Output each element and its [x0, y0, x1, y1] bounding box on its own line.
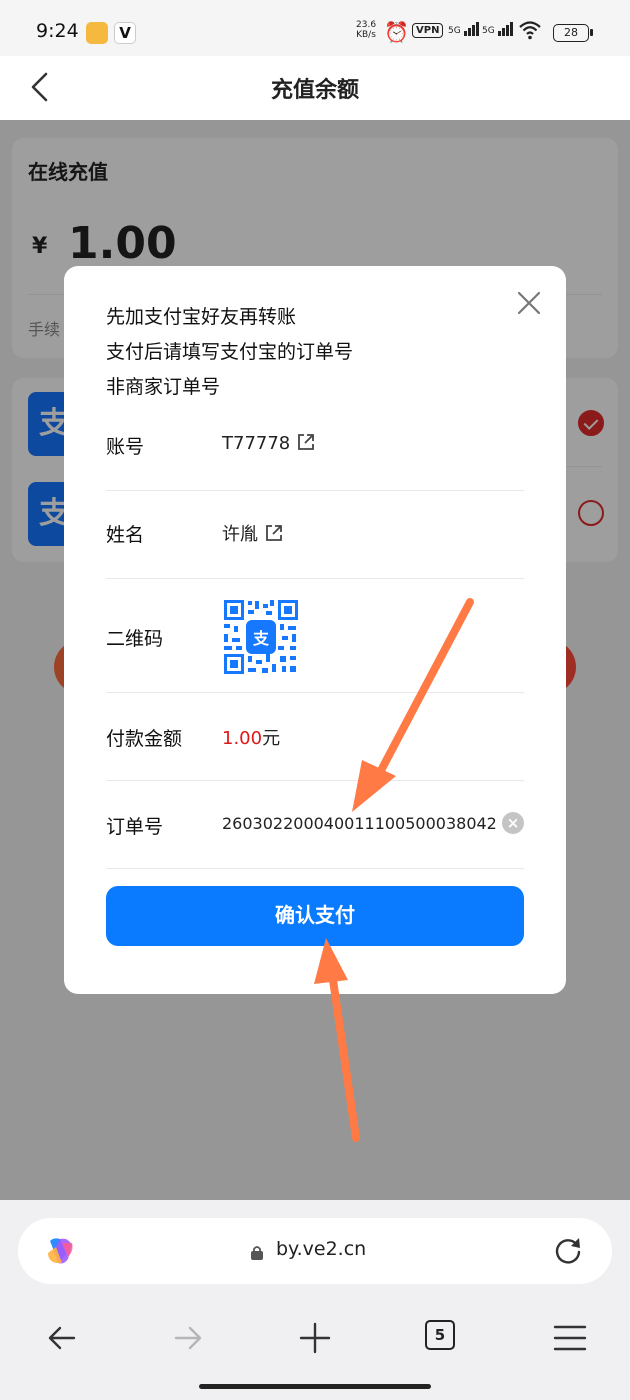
url-bar[interactable]: by.ve2.cn	[18, 1218, 612, 1284]
v-app-icon: V	[114, 22, 136, 44]
order-label: 订单号	[106, 816, 164, 838]
menu-icon[interactable]	[550, 1318, 590, 1358]
external-link-icon[interactable]	[264, 523, 284, 543]
qr-row: 二维码 支	[106, 598, 524, 678]
lock-icon	[251, 1246, 263, 1260]
amount-value: 1.00元	[222, 728, 281, 749]
qr-code-image[interactable]: 支	[222, 598, 300, 676]
page-header: 充值余额	[0, 56, 630, 120]
clear-input-button[interactable]: ×	[502, 812, 524, 834]
divider	[106, 490, 524, 491]
divider	[106, 780, 524, 781]
close-icon[interactable]	[516, 290, 542, 316]
status-time: 9:24	[36, 20, 79, 42]
order-number-input[interactable]	[222, 806, 500, 840]
battery-icon: 28	[553, 24, 593, 42]
signal-icon: 5G	[448, 22, 480, 36]
qr-label: 二维码	[106, 628, 164, 650]
copilot-icon[interactable]	[42, 1233, 78, 1269]
url-text[interactable]: by.ve2.cn	[276, 1238, 366, 1260]
notes-app-icon	[86, 22, 108, 44]
payment-notice: 先加支付宝好友再转账 支付后请填写支付宝的订单号 非商家订单号	[106, 306, 354, 398]
name-value[interactable]: 许胤	[222, 520, 284, 546]
forward-icon[interactable]	[168, 1318, 208, 1358]
signal-icon-2: 5G	[482, 22, 514, 36]
reload-icon[interactable]	[552, 1235, 584, 1267]
svg-text:支: 支	[252, 629, 270, 648]
tab-count-button[interactable]: 5	[425, 1320, 455, 1350]
alarm-icon: ⏰	[384, 20, 409, 44]
payment-modal: 先加支付宝好友再转账 支付后请填写支付宝的订单号 非商家订单号 账号 T7777…	[64, 266, 566, 994]
external-link-icon[interactable]	[296, 432, 316, 452]
amount-label: 付款金额	[106, 728, 183, 750]
name-label: 姓名	[106, 524, 145, 546]
account-value[interactable]: T77778	[222, 432, 316, 454]
net-speed: 23.6 KB/s	[356, 20, 377, 40]
divider	[106, 578, 524, 579]
wifi-icon	[518, 20, 542, 46]
account-label: 账号	[106, 436, 145, 458]
page-title: 充值余额	[270, 78, 359, 103]
home-indicator[interactable]	[199, 1384, 431, 1389]
browser-url-area: by.ve2.cn	[0, 1200, 630, 1300]
divider	[106, 692, 524, 693]
status-bar: 9:24 V 23.6 KB/s ⏰ VPN 5G 5G 28	[0, 0, 630, 56]
vpn-badge: VPN	[412, 23, 444, 38]
new-tab-icon[interactable]	[295, 1318, 335, 1358]
back-icon[interactable]	[42, 1318, 82, 1358]
confirm-payment-button[interactable]: 确认支付	[106, 886, 524, 946]
divider	[106, 868, 524, 869]
